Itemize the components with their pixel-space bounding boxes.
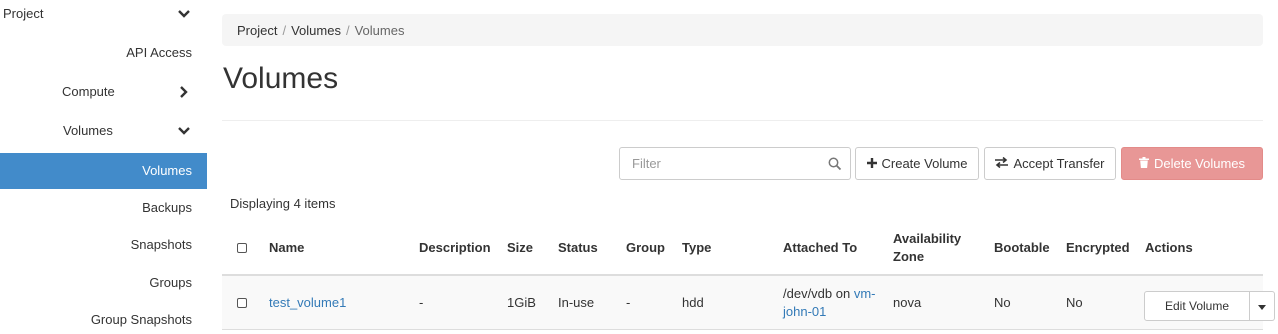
volume-encrypted: No: [1066, 295, 1083, 310]
sidebar-item-label: Groups: [149, 275, 192, 290]
sidebar-item-label: Volumes: [142, 163, 192, 178]
row-actions: Edit Volume: [1144, 291, 1275, 321]
edit-volume-button[interactable]: Edit Volume: [1144, 291, 1250, 321]
sidebar-item-label: Snapshots: [130, 237, 192, 252]
sidebar: Project API Access Compute Volumes Volum…: [0, 0, 207, 334]
column-header-bootable[interactable]: Bootable: [994, 239, 1050, 257]
sidebar-item-compute[interactable]: Compute: [0, 74, 207, 110]
page-title: Volumes: [223, 62, 339, 95]
plus-icon: [866, 156, 877, 171]
column-header-actions: Actions: [1145, 240, 1193, 255]
breadcrumb: Project / Volumes / Volumes: [222, 14, 1263, 46]
column-header-availability-zone[interactable]: Availability Zone: [893, 230, 961, 266]
column-header-group[interactable]: Group: [626, 239, 665, 257]
sidebar-item-project[interactable]: Project: [0, 0, 207, 32]
chevron-down-icon: [177, 0, 191, 32]
attached-device: /dev/vdb on: [783, 286, 851, 301]
filter-input[interactable]: [619, 147, 851, 180]
column-header-attached-to[interactable]: Attached To: [783, 239, 857, 257]
item-count: Displaying 4 items: [230, 196, 336, 211]
sidebar-item-volumes[interactable]: Volumes: [0, 153, 207, 189]
column-header-status[interactable]: Status: [558, 239, 598, 257]
column-header-line: Zone: [893, 249, 925, 264]
divider: [222, 120, 1263, 121]
chevron-right-icon: [177, 74, 191, 110]
sidebar-item-label: Volumes: [63, 123, 113, 138]
column-header-size[interactable]: Size: [507, 239, 533, 257]
volume-attached-to: /dev/vdb on vm- john-01: [783, 285, 876, 321]
sidebar-item-label: Backups: [142, 200, 192, 215]
column-header-type[interactable]: Type: [682, 239, 711, 257]
breadcrumb-separator: /: [345, 22, 350, 38]
breadcrumb-item-volumes[interactable]: Volumes: [291, 23, 341, 38]
volume-type: hdd: [682, 295, 704, 310]
sidebar-item-snapshots[interactable]: Snapshots: [0, 227, 207, 263]
column-header-name[interactable]: Name: [269, 239, 304, 257]
delete-volumes-label: Delete Volumes: [1153, 156, 1246, 171]
column-header-description[interactable]: Description: [419, 239, 491, 257]
volume-availability-zone: nova: [893, 295, 922, 310]
sidebar-item-volumes-group[interactable]: Volumes: [0, 113, 207, 149]
sidebar-item-label: API Access: [126, 45, 192, 60]
trash-icon: [1138, 156, 1149, 171]
column-header-encrypted[interactable]: Encrypted: [1066, 239, 1130, 257]
chevron-down-icon: [177, 113, 191, 149]
column-header-line: Availability: [893, 231, 962, 246]
sidebar-item-label: Compute: [62, 84, 115, 99]
breadcrumb-separator: /: [282, 22, 287, 38]
create-volume-button[interactable]: Create Volume: [855, 147, 979, 180]
sidebar-item-group-snapshots[interactable]: Group Snapshots: [0, 302, 207, 334]
sidebar-item-backups[interactable]: Backups: [0, 190, 207, 226]
delete-volumes-button[interactable]: Delete Volumes: [1121, 147, 1263, 180]
table-header: Name Description Size Status Group Type …: [222, 222, 1263, 276]
accept-transfer-label: Accept Transfer: [1013, 156, 1105, 171]
breadcrumb-item-current: Volumes: [354, 22, 405, 38]
attached-instance-link[interactable]: vm-: [854, 286, 876, 301]
search-icon[interactable]: [828, 157, 842, 171]
volume-status: In-use: [558, 295, 595, 310]
sidebar-item-label: Project: [3, 6, 44, 21]
sidebar-item-api-access[interactable]: API Access: [0, 35, 207, 71]
caret-down-icon: [1258, 299, 1266, 313]
volume-bootable: No: [994, 295, 1011, 310]
accept-transfer-button[interactable]: Accept Transfer: [984, 147, 1116, 180]
attached-instance-link[interactable]: john-01: [783, 304, 826, 319]
exchange-icon: [995, 156, 1009, 171]
volume-group: -: [626, 295, 631, 310]
volume-size: 1GiB: [507, 295, 536, 310]
create-volume-label: Create Volume: [881, 156, 968, 171]
sidebar-item-label: Group Snapshots: [90, 312, 192, 327]
sidebar-item-groups[interactable]: Groups: [0, 265, 207, 301]
volume-description: -: [419, 295, 424, 310]
table-row: test_volume1 - 1GiB In-use - hdd /dev/vd…: [222, 276, 1275, 330]
row-checkbox[interactable]: [237, 298, 247, 308]
volume-name-link[interactable]: test_volume1: [269, 294, 346, 312]
breadcrumb-item-project[interactable]: Project: [237, 23, 277, 38]
select-all-checkbox[interactable]: [237, 243, 247, 253]
actions-dropdown-toggle[interactable]: [1250, 291, 1275, 321]
